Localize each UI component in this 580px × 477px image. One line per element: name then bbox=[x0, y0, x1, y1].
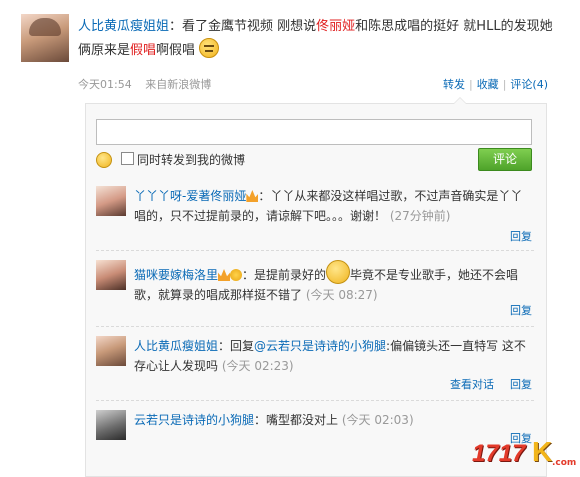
vip-badge-icon bbox=[218, 269, 231, 281]
commenter-avatar[interactable] bbox=[96, 260, 126, 290]
post-actions: 转发 | 收藏 | 评论(4) bbox=[442, 78, 548, 91]
vip-badge-icon bbox=[246, 190, 259, 202]
view-conversation-link[interactable]: 查看对话 bbox=[450, 376, 494, 392]
emoji-icon bbox=[199, 38, 220, 58]
highlight-keyword: 假唱 bbox=[130, 43, 157, 58]
mention-link[interactable]: @云若只是诗诗的小狗腿 bbox=[254, 339, 386, 353]
comment-body: 人比黄瓜瘦姐姐：回复@云若只是诗诗的小狗腿:偏偏镜头还一直特写 这不存心让人发现… bbox=[134, 339, 526, 373]
grin-emoji-icon bbox=[326, 260, 351, 284]
commenter-name[interactable]: 人比黄瓜瘦姐姐 bbox=[134, 339, 218, 353]
post-author-link[interactable]: 人比黄瓜瘦姐姐 bbox=[78, 19, 169, 34]
post-source[interactable]: 来自新浪微博 bbox=[145, 78, 211, 91]
comment-item: 猫咪要嫁梅洛里 ：是提前录好的 毕竟不是专业歌手，她还不会唱歌，就算录的唱成那样挺不… bbox=[96, 260, 536, 322]
comment-divider bbox=[96, 400, 534, 401]
commenter-avatar[interactable] bbox=[96, 186, 126, 216]
comment-item: 人比黄瓜瘦姐姐：回复@云若只是诗诗的小狗腿:偏偏镜头还一直特写 这不存心让人发现… bbox=[96, 336, 536, 398]
commenter-avatar[interactable] bbox=[96, 336, 126, 366]
comment-input[interactable] bbox=[96, 119, 532, 145]
panel-caret bbox=[453, 97, 467, 104]
emoji-picker-icon[interactable] bbox=[96, 152, 112, 168]
reply-link[interactable]: 回复 bbox=[510, 376, 532, 392]
site-watermark-logo: 1717 K .com bbox=[472, 436, 577, 468]
reply-link[interactable]: 回复 bbox=[510, 228, 532, 244]
commenter-name[interactable]: 丫丫丫呀-爱著佟丽娅 bbox=[134, 189, 246, 203]
comment-divider bbox=[96, 326, 534, 327]
highlight-keyword: 佟丽娅 bbox=[316, 19, 356, 34]
emoji-icon bbox=[230, 269, 243, 281]
forward-button[interactable]: 转发 bbox=[443, 78, 465, 91]
sync-checkbox[interactable] bbox=[121, 152, 134, 165]
comment-button[interactable]: 评论(4) bbox=[510, 78, 548, 91]
comment-body: 云若只是诗诗的小狗腿：嘴型都没对上 (今天 02:03) bbox=[134, 413, 414, 427]
submit-comment-button[interactable]: 评论 bbox=[478, 148, 532, 171]
sync-label: 同时转发到我的微博 bbox=[137, 153, 246, 167]
reply-link[interactable]: 回复 bbox=[510, 302, 532, 318]
post-time[interactable]: 今天01:54 bbox=[78, 78, 132, 91]
comment-body: 丫丫丫呀-爱著佟丽娅 ：丫丫从来都没这样唱过歌，不过声音确实是丫丫唱的，只不过提前… bbox=[134, 189, 523, 223]
comment-divider bbox=[96, 250, 534, 251]
comment-body: 猫咪要嫁梅洛里 ：是提前录好的 毕竟不是专业歌手，她还不会唱歌，就算录的唱成那样挺不… bbox=[134, 260, 534, 305]
commenter-name[interactable]: 云若只是诗诗的小狗腿 bbox=[134, 413, 254, 427]
post-meta: 今天01:54 来自新浪微博 bbox=[78, 76, 221, 92]
post-text: 人比黄瓜瘦姐姐：看了金鹰节视频 刚想说佟丽娅和陈思成唱的挺好 就HLL的发现她俩… bbox=[78, 19, 553, 58]
author-avatar[interactable] bbox=[21, 14, 69, 62]
favorite-button[interactable]: 收藏 bbox=[477, 78, 499, 91]
commenter-avatar[interactable] bbox=[96, 410, 126, 440]
comment-item: 丫丫丫呀-爱著佟丽娅 ：丫丫从来都没这样唱过歌，不过声音确实是丫丫唱的，只不过提前… bbox=[96, 186, 536, 246]
commenter-name[interactable]: 猫咪要嫁梅洛里 bbox=[134, 268, 218, 282]
